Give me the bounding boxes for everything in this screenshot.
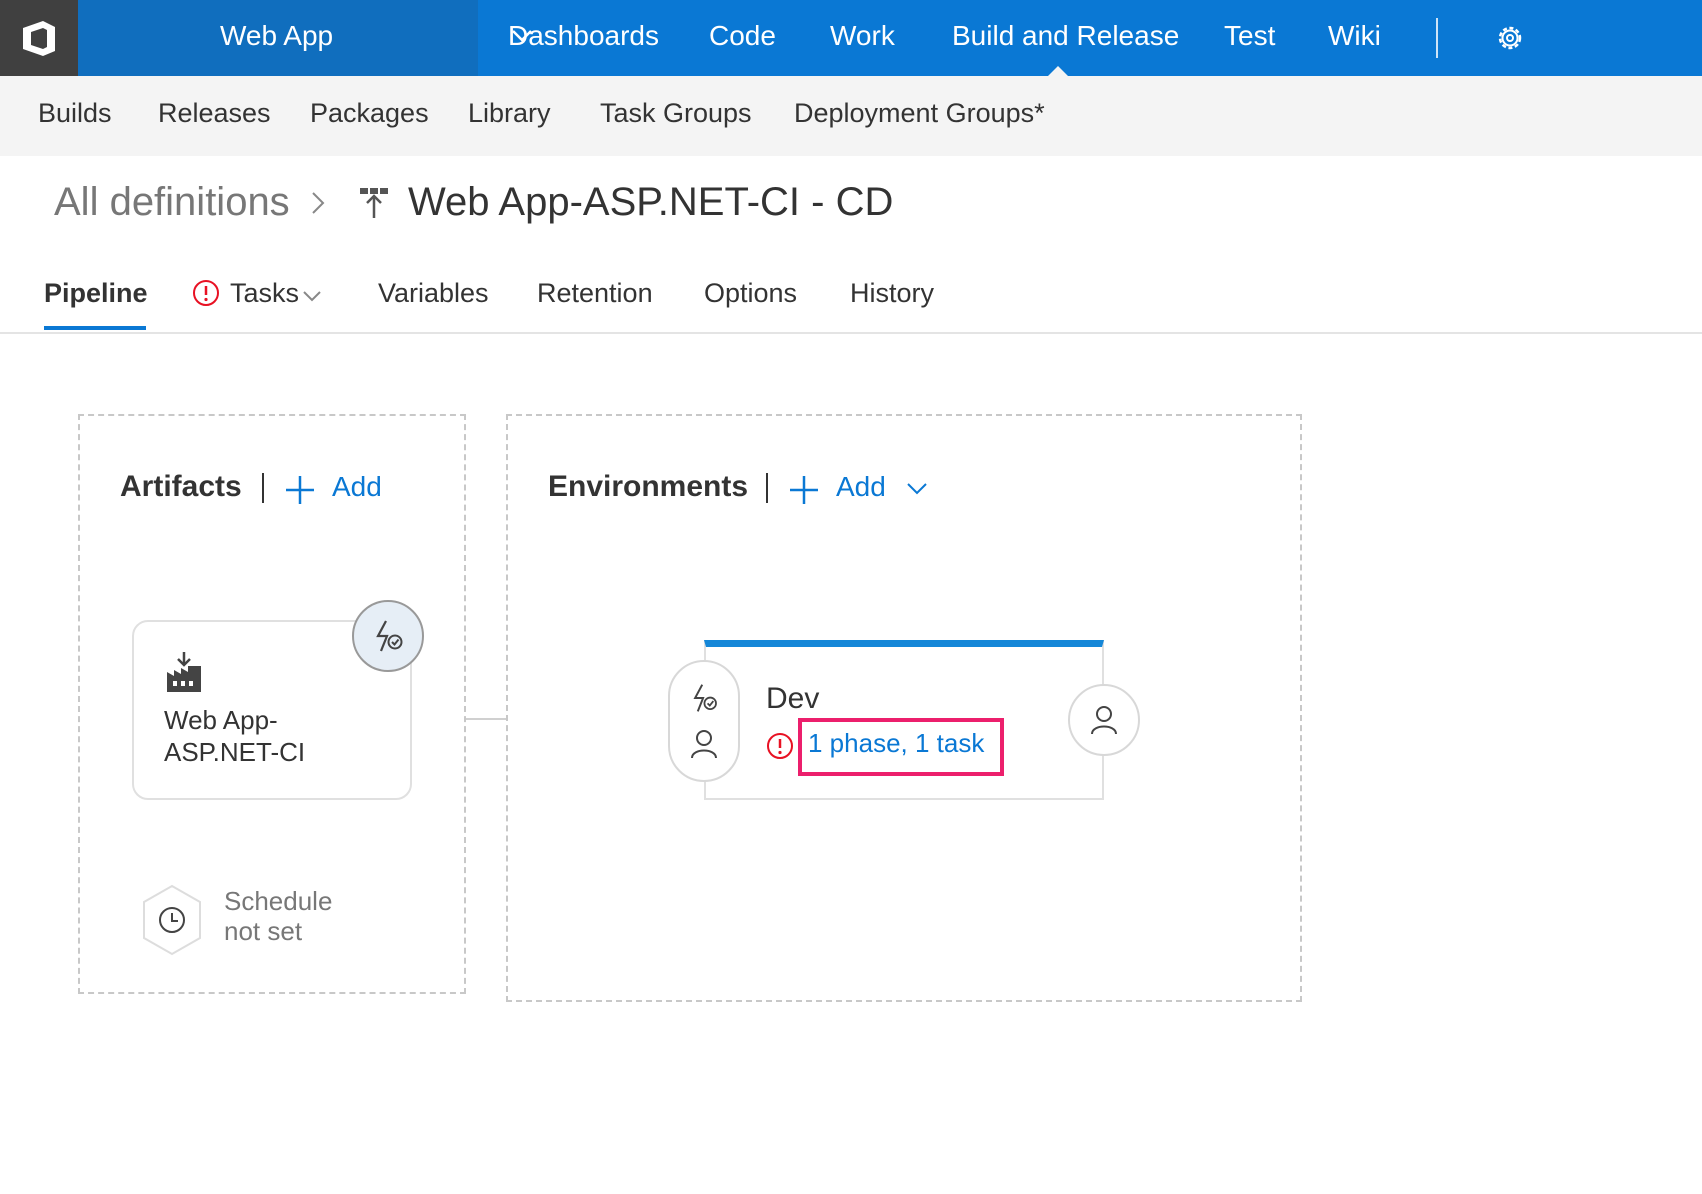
- schedule-line-2: not set: [224, 916, 303, 946]
- artifact-name: Web App-ASP.NET-CI: [164, 705, 306, 767]
- lightning-trigger-icon: [693, 684, 717, 712]
- post-deployment-conditions-button[interactable]: [1068, 684, 1140, 756]
- tab-variables[interactable]: Variables: [378, 278, 489, 309]
- pre-deployment-conditions-button[interactable]: [668, 660, 740, 782]
- logo-button[interactable]: [0, 0, 78, 76]
- subnav-deployment-groups[interactable]: Deployment Groups*: [794, 98, 1045, 129]
- gear-icon[interactable]: [1494, 22, 1526, 54]
- artifacts-title: Artifacts: [120, 470, 242, 503]
- chevron-right-icon: [312, 192, 325, 214]
- plus-icon[interactable]: [788, 474, 820, 506]
- tabs-divider: [0, 332, 1702, 334]
- highlight-annotation: [798, 718, 1004, 776]
- nav-divider: [1436, 18, 1438, 58]
- subnav-builds[interactable]: Builds: [38, 98, 112, 129]
- person-icon: [691, 730, 717, 759]
- top-nav-bar: Web App Dashboards Code Work Build and R…: [0, 0, 1702, 77]
- nav-dashboards[interactable]: Dashboards: [508, 20, 659, 52]
- tab-options[interactable]: Options: [704, 278, 797, 309]
- vsts-logo-icon: [23, 21, 55, 56]
- tab-tasks[interactable]: Tasks: [230, 278, 299, 309]
- subnav-task-groups[interactable]: Task Groups: [600, 98, 752, 129]
- sub-nav-bar: Builds Releases Packages Library Task Gr…: [0, 76, 1702, 156]
- continuous-deployment-trigger-button[interactable]: [352, 600, 424, 672]
- artifacts-title-divider: [262, 473, 264, 503]
- schedule-line-1: Schedule: [224, 886, 333, 916]
- clock-icon[interactable]: [140, 884, 204, 956]
- environments-title-divider: [766, 473, 768, 503]
- tab-history[interactable]: History: [850, 278, 934, 309]
- tab-pipeline[interactable]: Pipeline: [44, 278, 148, 309]
- add-environment-button[interactable]: Add: [836, 471, 886, 503]
- environment-name: Dev: [766, 682, 820, 715]
- person-icon: [1091, 706, 1117, 735]
- build-artifact-icon: [167, 652, 201, 692]
- add-artifact-button[interactable]: Add: [332, 471, 382, 503]
- nav-work[interactable]: Work: [830, 20, 895, 52]
- chevron-down-icon[interactable]: [302, 290, 322, 302]
- warning-circle-icon: [193, 280, 219, 306]
- plus-icon[interactable]: [284, 474, 316, 506]
- lightning-trigger-icon: [376, 620, 403, 652]
- warning-circle-icon: [767, 733, 793, 759]
- subnav-library[interactable]: Library: [468, 98, 551, 129]
- project-selector[interactable]: Web App: [78, 0, 532, 76]
- breadcrumb-all-definitions[interactable]: All definitions: [54, 180, 290, 225]
- schedule-status[interactable]: Schedule not set: [224, 886, 332, 946]
- nav-build-and-release[interactable]: Build and Release: [952, 20, 1179, 52]
- tab-retention[interactable]: Retention: [537, 278, 653, 309]
- nav-test[interactable]: Test: [1224, 20, 1275, 52]
- active-tab-indicator: [44, 326, 146, 330]
- project-name: Web App: [220, 20, 334, 51]
- environments-title: Environments: [548, 470, 749, 503]
- subnav-releases[interactable]: Releases: [158, 98, 271, 129]
- subnav-packages[interactable]: Packages: [310, 98, 429, 129]
- nav-code[interactable]: Code: [709, 20, 776, 52]
- chevron-down-icon[interactable]: [906, 482, 928, 496]
- page-title: Web App-ASP.NET-CI - CD: [408, 180, 894, 224]
- release-definition-icon: [360, 188, 388, 218]
- nav-wiki[interactable]: Wiki: [1328, 20, 1381, 52]
